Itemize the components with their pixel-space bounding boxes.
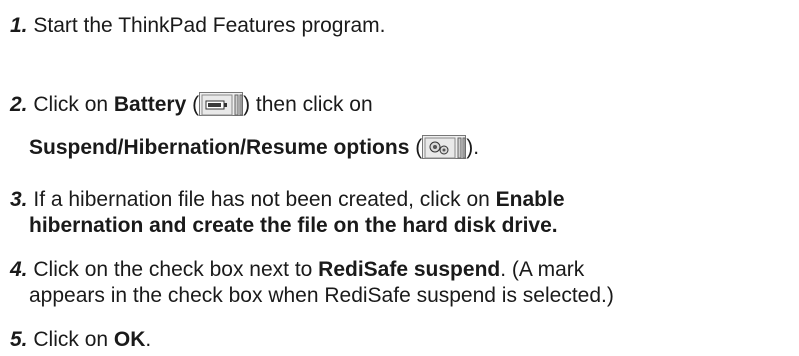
- step-text: If a hibernation file has not been creat…: [33, 188, 496, 211]
- step-text: ) then click on: [243, 93, 373, 116]
- step-text: Click on the check box next to: [33, 258, 319, 281]
- instruction-steps: 1. Start the ThinkPad Features program. …: [0, 0, 799, 356]
- battery-icon: [199, 92, 244, 116]
- suspend-options-icon: [422, 135, 467, 159]
- step-1: 1. Start the ThinkPad Features program.: [10, 13, 385, 39]
- step-4-continued: appears in the check box when RediSafe s…: [29, 283, 614, 309]
- redisafe-suspend-label: RediSafe suspend: [318, 258, 501, 281]
- step-5: 5. Click on OK.: [10, 327, 151, 353]
- step-number: 3.: [10, 188, 28, 211]
- step-2: 2. Click on Battery ( ) then click on: [10, 92, 373, 118]
- step-number: 2.: [10, 93, 28, 116]
- step-number: 5.: [10, 328, 28, 351]
- step-4: 4. Click on the check box next to RediSa…: [10, 257, 584, 283]
- step-text: appears in the check box when RediSafe s…: [29, 284, 614, 307]
- step-number: 4.: [10, 258, 28, 281]
- enable-hibernation-label: Enable: [495, 188, 565, 211]
- ok-label: OK: [113, 328, 146, 351]
- step-text: . (A mark: [500, 258, 585, 281]
- step-text: Click on: [33, 93, 114, 116]
- step-text: Click on: [33, 328, 114, 351]
- enable-hibernation-label-continued: hibernation and create the file on the h…: [29, 214, 558, 237]
- step-text: (: [409, 136, 423, 159]
- step-text: Start the ThinkPad Features program.: [33, 14, 386, 37]
- step-number: 1.: [10, 14, 28, 37]
- battery-label: Battery: [113, 93, 187, 116]
- step-text: (: [186, 93, 200, 116]
- step-3-continued: hibernation and create the file on the h…: [29, 213, 558, 239]
- step-text: .: [145, 328, 152, 351]
- suspend-options-label: Suspend/Hibernation/Resume options: [29, 136, 410, 159]
- step-2-continued: Suspend/Hibernation/Resume options ( ).: [29, 135, 479, 161]
- step-text: ).: [466, 136, 480, 159]
- step-3: 3. If a hibernation file has not been cr…: [10, 187, 565, 213]
